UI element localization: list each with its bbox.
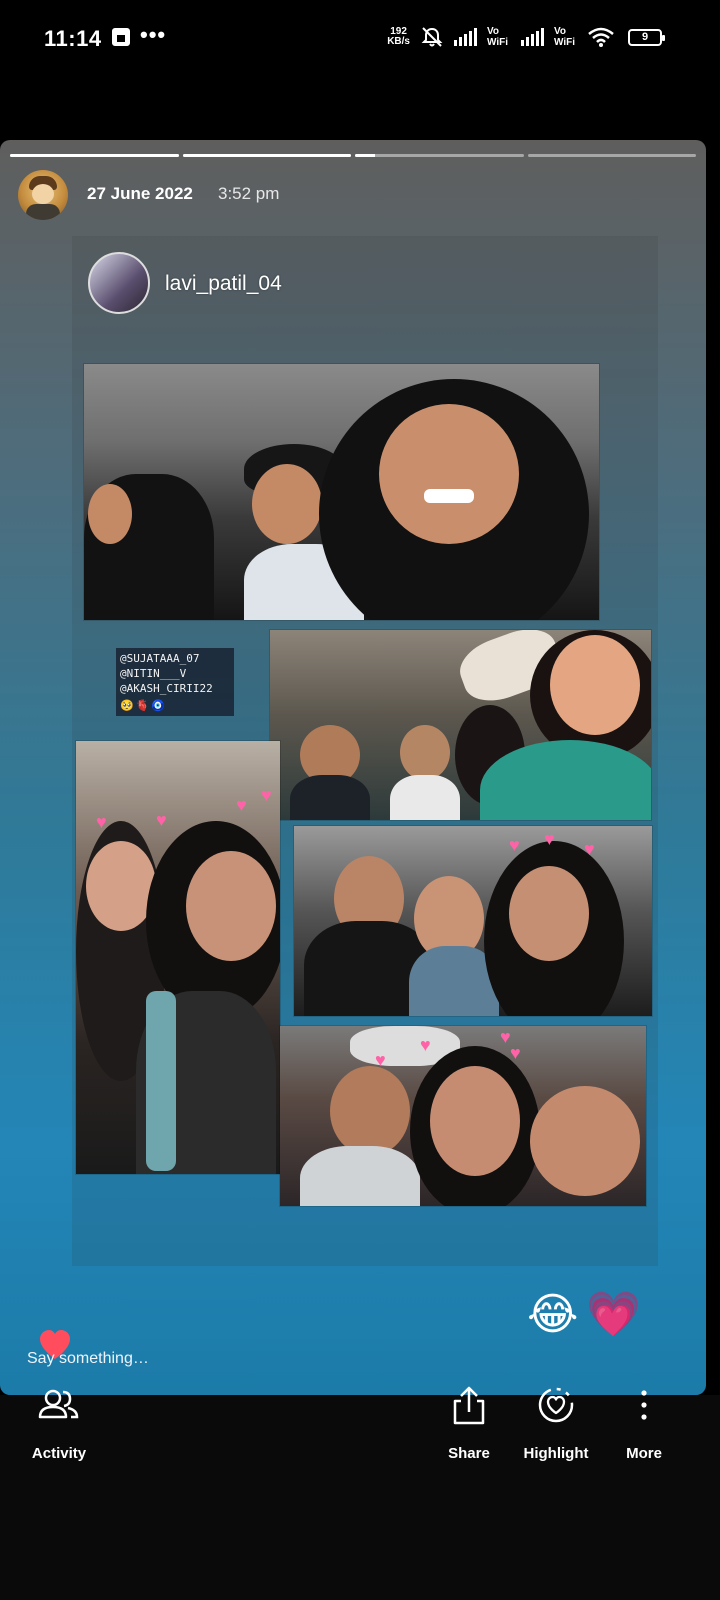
status-indicators: 192 KB/s Vo WiFi Vo WiFi	[387, 26, 664, 48]
shared-post[interactable]: lavi_patil_04 @SUJATAAA_07 @NITIN___V @A…	[72, 236, 658, 1266]
activity-label: Activity	[31, 1445, 87, 1462]
calendar-notification-icon	[112, 28, 130, 46]
pink-heart-emoji-icon: 💗	[586, 1290, 642, 1339]
collage-photo	[84, 364, 599, 620]
mute-bell-icon	[421, 27, 443, 47]
story-owner-avatar[interactable]	[18, 170, 68, 220]
mention-tag-2[interactable]: @NITIN___V	[120, 666, 230, 681]
shared-post-avatar[interactable]	[88, 252, 150, 314]
highlight-heart-circle-icon	[538, 1387, 574, 1423]
progress-segment	[527, 154, 696, 157]
collage-photo: ♥ ♥ ♥ ♥	[280, 1026, 646, 1206]
mention-tag-3[interactable]: @AKASH_CIRII22	[120, 681, 230, 696]
wifi-icon	[588, 27, 614, 47]
more-label: More	[626, 1445, 662, 1462]
network-speed: 192 KB/s	[387, 27, 410, 47]
signal-icon-1	[454, 28, 477, 46]
mention-tag-1[interactable]: @SUJATAAA_07	[120, 651, 230, 666]
more-notifications-icon: •••	[140, 22, 167, 47]
progress-segment	[10, 154, 179, 157]
story-viewer[interactable]: 27 June 2022 3:52 pm lavi_patil_04 @SUJA…	[0, 140, 706, 1395]
network-speed-unit: KB/s	[387, 36, 410, 47]
story-action-bar: Activity Share Highlight More	[0, 1386, 720, 1600]
reply-input[interactable]: Say something…	[27, 1350, 149, 1368]
activity-people-icon	[38, 1389, 79, 1419]
collage-photo: ♥ ♥ ♥	[294, 826, 652, 1016]
emoji-stickers: 😂 💗	[527, 1290, 641, 1340]
story-date: 27 June 2022	[87, 184, 193, 203]
collage-photo: ♥ ♥ ♥ ♥	[76, 741, 280, 1174]
laughing-emoji-icon: 😂	[527, 1290, 579, 1339]
vowifi-label-2: Vo WiFi	[554, 26, 576, 48]
battery-icon: 9	[628, 29, 665, 46]
mention-tags-sticker[interactable]: @SUJATAAA_07 @NITIN___V @AKASH_CIRII22 🥺…	[116, 648, 234, 716]
share-upload-icon	[453, 1386, 485, 1425]
vowifi-label-1: Vo WiFi	[487, 26, 509, 48]
progress-segment	[182, 154, 351, 157]
status-bar: 11:14 ••• 192 KB/s Vo WiFi Vo WiFi 9	[0, 0, 720, 80]
collage-photo	[270, 630, 651, 820]
share-label: Share	[448, 1445, 490, 1462]
shared-post-username[interactable]: lavi_patil_04	[165, 272, 282, 296]
tag-emojis: 🥺🫀🧿	[120, 699, 168, 712]
status-time: 11:14	[44, 26, 102, 51]
highlight-label: Highlight	[523, 1445, 589, 1462]
story-progress-bar	[10, 154, 696, 157]
signal-icon-2	[521, 28, 544, 46]
progress-segment	[355, 154, 524, 157]
more-vertical-dots-icon	[641, 1390, 647, 1420]
story-time: 3:52 pm	[218, 184, 280, 203]
